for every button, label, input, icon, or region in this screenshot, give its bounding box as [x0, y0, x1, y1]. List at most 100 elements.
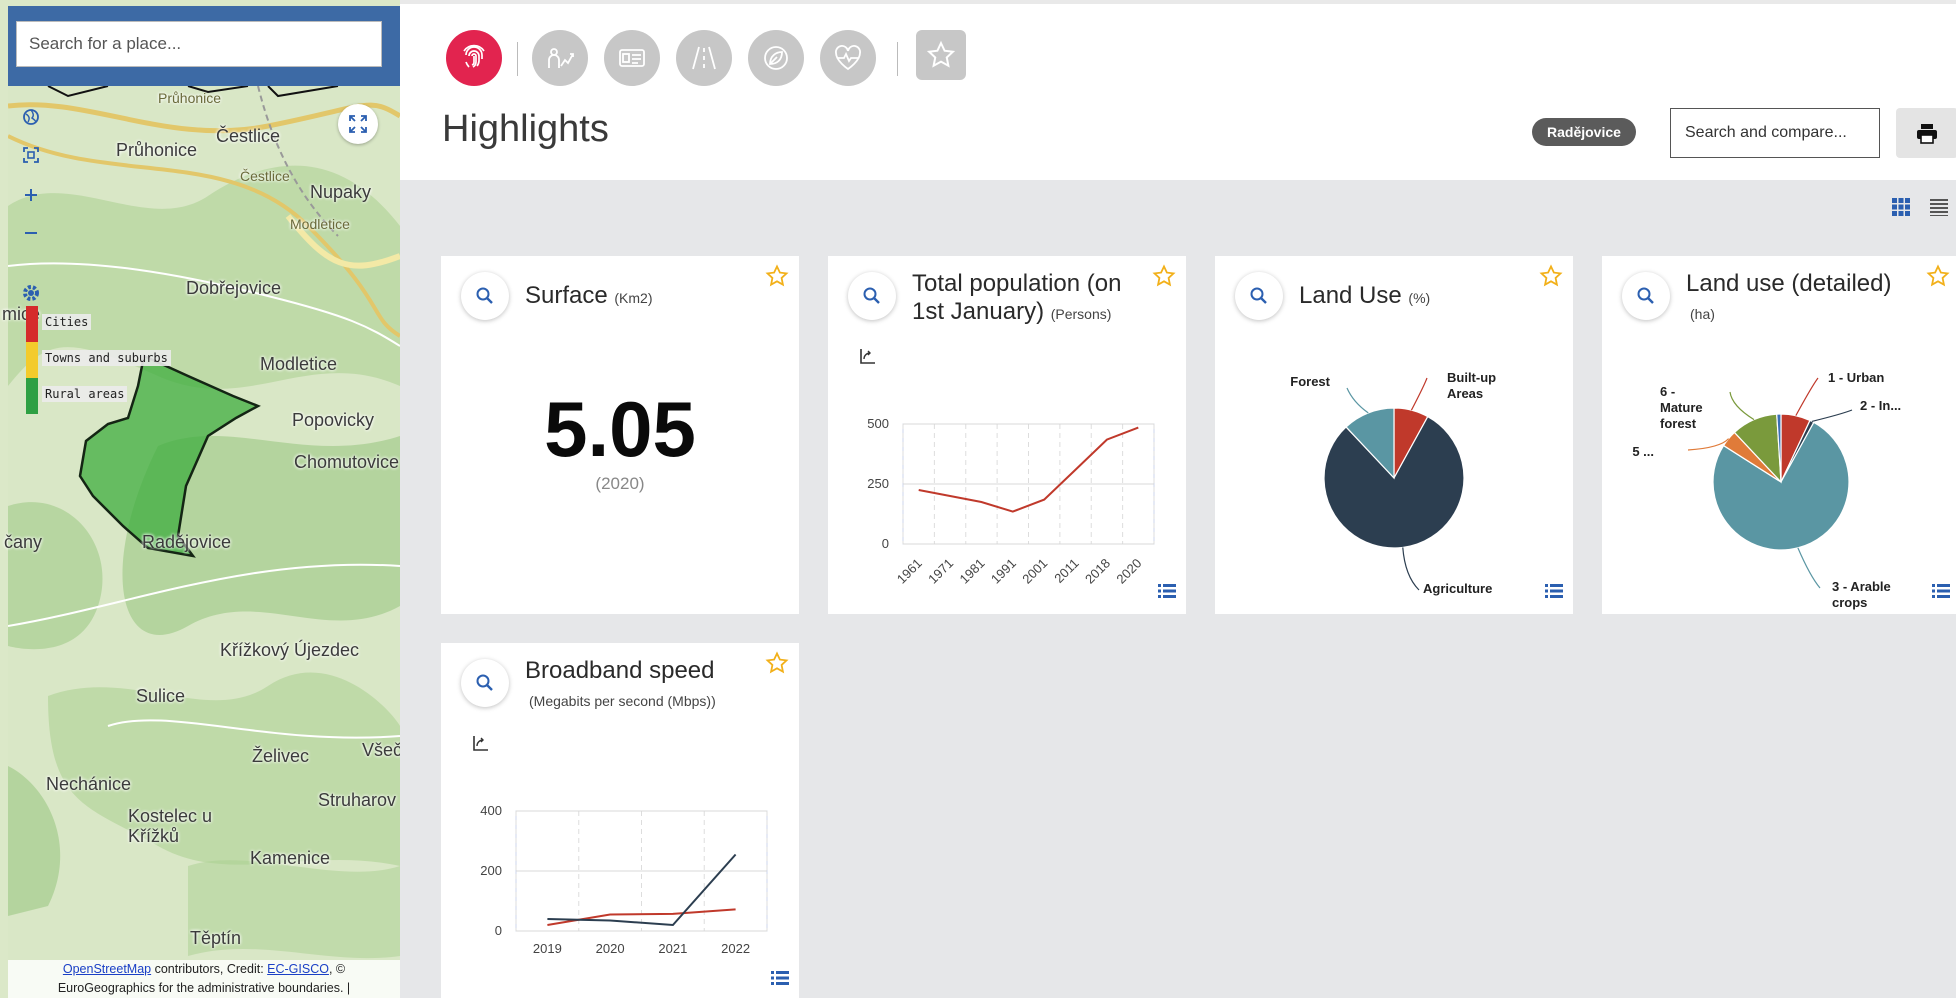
- card-landuse: Land Use (%) Built-up Areas Agriculture For…: [1215, 256, 1573, 614]
- pie-connector: [1346, 387, 1369, 414]
- demography-icon: [548, 48, 574, 68]
- printer-icon: [1917, 124, 1937, 144]
- map-place-label: Těptín: [190, 928, 242, 948]
- compare-search-input[interactable]: [1670, 108, 1880, 158]
- pie-connector: [1729, 391, 1755, 421]
- list-view-button[interactable]: [1930, 198, 1948, 221]
- star-outline-icon: [926, 40, 956, 68]
- card-surface: Surface (Km2) 5.05 (2020): [441, 256, 799, 614]
- heart-pulse-icon: [835, 45, 861, 71]
- map-place-label: Průhonice: [116, 140, 198, 160]
- pie-connector: [1410, 377, 1428, 411]
- broadband-line-chart: 0 200 400 2019 2020 2021 2022: [480, 803, 768, 956]
- map-place-label: Sulice: [136, 686, 186, 706]
- openstreetmap-link[interactable]: OpenStreetMap: [63, 962, 151, 976]
- pie-label: Areas: [1447, 386, 1483, 401]
- theme-transport-button[interactable]: [676, 30, 732, 86]
- settings-gear-icon[interactable]: [18, 280, 44, 306]
- legend-label: Rural areas: [42, 386, 128, 402]
- theme-separator: [897, 42, 898, 76]
- search-icon: [476, 287, 493, 304]
- x-tick-label: 1981: [957, 556, 988, 587]
- map-search-input[interactable]: [16, 21, 382, 67]
- globe-icon[interactable]: [18, 104, 44, 130]
- map-attribution: OpenStreetMap contributors, Credit: EC-G…: [8, 960, 400, 998]
- zoom-out-button[interactable]: [18, 220, 44, 246]
- favorite-star-icon[interactable]: [765, 264, 789, 293]
- card-search-button[interactable]: [461, 272, 509, 320]
- plus-icon: [25, 189, 37, 201]
- x-tick-label: 1991: [988, 556, 1019, 587]
- map-place-label: Radějovice: [142, 532, 232, 552]
- card-landuse-detailed: Land use (detailed) (ha) 1 - Urban 2 - In.…: [1602, 256, 1956, 614]
- chart-menu-icon[interactable]: [771, 970, 789, 991]
- map-place-label: Struharov: [318, 790, 397, 810]
- pie-connector: [1811, 409, 1853, 422]
- x-tick-label: 1971: [925, 556, 956, 587]
- fullscreen-button[interactable]: [338, 104, 378, 144]
- road-icon: [692, 46, 716, 70]
- map-canvas[interactable]: Průhonice Průhonice Průhonice Čestlice Č…: [2, 68, 400, 998]
- leaf-icon: [764, 46, 788, 70]
- surface-year: (2020): [595, 474, 645, 493]
- ec-gisco-link[interactable]: EC-GISCO: [267, 962, 329, 976]
- pie-connector: [1797, 547, 1821, 589]
- map-place-label: Všeč: [362, 740, 400, 760]
- y-tick-label: 250: [867, 476, 889, 491]
- card-unit: (Km2): [614, 290, 653, 306]
- map-panel[interactable]: Průhonice Průhonice Průhonice Čestlice Č…: [0, 0, 400, 998]
- pie-label: forest: [1660, 416, 1697, 431]
- legend-label: Towns and suburbs: [42, 350, 171, 366]
- legend-swatch: [26, 306, 38, 342]
- map-place-label: Želivec: [252, 746, 310, 766]
- minus-icon: [25, 232, 37, 234]
- legend-label: Cities: [42, 314, 92, 330]
- theme-environment-button[interactable]: [748, 30, 804, 86]
- x-tick-label: 1961: [894, 556, 925, 587]
- x-tick-label: 2018: [1082, 556, 1113, 587]
- legend-swatch: [26, 378, 38, 414]
- id-card-icon: [619, 49, 645, 67]
- grid-icon: [1892, 198, 1910, 216]
- theme-health-button[interactable]: [820, 30, 876, 86]
- fingerprint-icon: [463, 44, 485, 68]
- attribution-text: EuroGeographics for the administrative b…: [57, 981, 351, 995]
- x-tick-label: 2019: [533, 941, 562, 956]
- x-tick-label: 2021: [658, 941, 687, 956]
- pie-connector: [1795, 377, 1819, 416]
- theme-economy-button[interactable]: [604, 30, 660, 86]
- list-icon: [1930, 199, 1948, 216]
- theme-separator: [517, 42, 518, 76]
- map-place-label: Modletice: [290, 216, 350, 232]
- chart-menu-icon[interactable]: [1932, 583, 1950, 604]
- attribution-text: contributors, Credit:: [151, 962, 268, 976]
- map-place-label: Čestlice: [240, 168, 290, 184]
- map-place-label: Průhonice: [158, 90, 222, 106]
- print-button[interactable]: [1896, 108, 1956, 158]
- place-badge[interactable]: Radějovice: [1532, 118, 1636, 146]
- chart-menu-icon[interactable]: [1158, 583, 1176, 604]
- x-tick-label: 2020: [596, 941, 625, 956]
- pie-label: 2 - In...: [1860, 398, 1901, 413]
- pie-label: Forest: [1290, 374, 1330, 389]
- pie-connector: [1402, 547, 1420, 591]
- theme-demography-button[interactable]: [532, 30, 588, 86]
- map-place-label: Kamenice: [250, 848, 331, 868]
- theme-fingerprint-button[interactable]: [446, 30, 502, 86]
- y-tick-label: 400: [480, 803, 502, 818]
- x-tick-label: 2022: [721, 941, 750, 956]
- grid-view-button[interactable]: [1892, 198, 1910, 221]
- legend-swatch: [26, 342, 38, 378]
- chart-menu-icon[interactable]: [1545, 583, 1563, 604]
- map-place-label: Modletice: [260, 354, 338, 374]
- zoom-to-extent-icon[interactable]: [18, 142, 44, 168]
- zoom-in-button[interactable]: [18, 182, 44, 208]
- card-title: Surface (Km2): [525, 282, 765, 312]
- card-population: Total population (on 1st January) (Perso…: [828, 256, 1186, 614]
- surface-value: 5.05: [544, 385, 696, 473]
- pie-label: Built-up: [1447, 370, 1496, 385]
- pie-label: 5 ...: [1632, 444, 1654, 459]
- pie-label: 3 - Arable: [1832, 579, 1891, 594]
- pie-label: 1 - Urban: [1828, 370, 1884, 385]
- favorites-button[interactable]: [916, 30, 966, 80]
